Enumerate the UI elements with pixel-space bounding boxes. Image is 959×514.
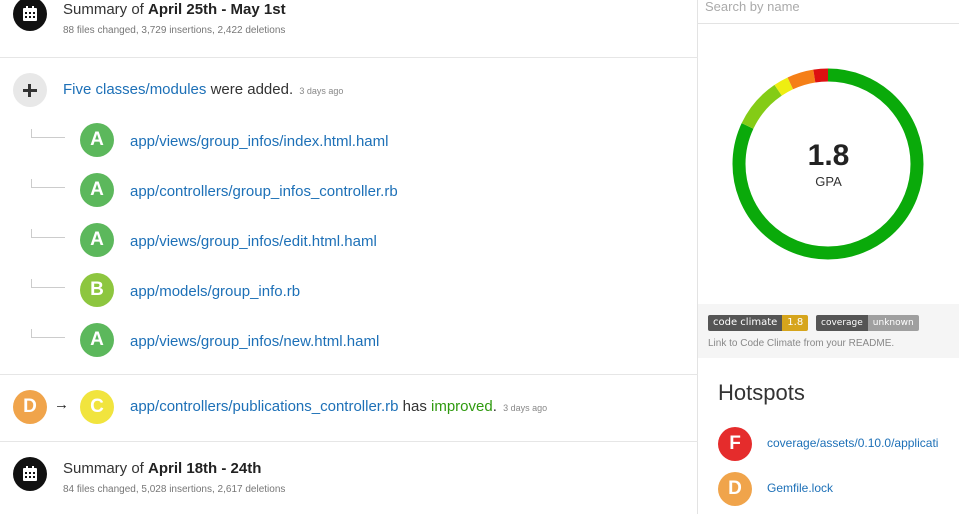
grade-badge-from: D [13,390,47,424]
tree-connector [31,329,65,338]
arrow-right-icon: → [54,396,69,413]
grade-badge-to: C [80,390,114,424]
file-link[interactable]: app/views/group_infos/edit.html.haml [130,233,377,250]
tree-connector [31,129,65,138]
classes-added-link[interactable]: Five classes/modules [63,81,206,98]
plus-icon [13,73,47,107]
calendar-icon [13,0,47,31]
event-timestamp: 3 days ago [299,86,344,96]
search-bar [698,0,959,24]
sidebar: 1.8 GPA code climate 1.8 coverage unknow… [698,0,959,514]
event-timestamp: 3 days ago [503,403,548,413]
grade-badge: A [80,123,114,157]
code-climate-badge[interactable]: code climate 1.8 [708,315,809,331]
file-row: A app/controllers/group_infos_controller… [0,173,698,209]
summary-range: April 25th - May 1st [148,1,286,18]
activity-feed: Summary of April 25th - May 1st 88 files… [0,0,698,514]
grade-badge: A [80,173,114,207]
badges-panel: code climate 1.8 coverage unknown Link t… [698,304,959,358]
summary-title: Summary of April 18th - 24th [63,460,261,477]
coverage-badge[interactable]: coverage unknown [816,315,919,331]
grade-badge: A [80,223,114,257]
grade-badge: F [718,427,752,461]
grade-badge: A [80,323,114,357]
event-improved-line: app/controllers/publications_controller.… [130,398,547,415]
event-period: . [492,398,497,415]
tree-connector [31,229,65,238]
calendar-icon [13,457,47,491]
file-link[interactable]: app/controllers/publications_controller.… [130,398,398,415]
divider [0,57,698,58]
summary-range: April 18th - 24th [148,460,262,477]
tree-connector [31,279,65,288]
summary-prefix: Summary of [63,1,144,18]
gpa-label: GPA [815,174,842,189]
hotspot-link[interactable]: Gemfile.lock [767,481,939,495]
hotspot-item: D Gemfile.lock [698,472,959,508]
divider [0,374,698,375]
grade-badge: D [718,472,752,506]
summary-prefix: Summary of [63,460,144,477]
badge-label: code climate [708,315,783,331]
file-row: A app/views/group_infos/index.html.haml [0,123,698,159]
file-link[interactable]: app/views/group_infos/new.html.haml [130,333,379,350]
hotspot-item: F coverage/assets/0.10.0/application.js [698,427,959,463]
file-link[interactable]: app/views/group_infos/index.html.haml [130,133,388,150]
event-verb: were [210,81,244,98]
file-row: B app/models/group_info.rb [0,273,698,309]
file-row: A app/views/group_infos/new.html.haml [0,323,698,359]
event-added-line: Five classes/modules were added. 3 days … [63,81,343,98]
summary-meta: 88 files changed, 3,729 insertions, 2,42… [63,25,286,36]
hotspots-title: Hotspots [718,380,805,405]
event-verb: has [402,398,427,415]
hotspot-link[interactable]: coverage/assets/0.10.0/application.js [767,436,939,450]
file-row: A app/views/group_infos/edit.html.haml [0,223,698,259]
badge-value: unknown [867,315,919,331]
grade-badge: B [80,273,114,307]
search-input[interactable] [698,0,948,16]
divider [0,441,698,442]
event-action: improved [431,398,493,415]
event-action: added [247,81,289,98]
event-period: . [288,81,294,98]
readme-hint: Link to Code Climate from your README. [708,338,895,349]
summary-title: Summary of April 25th - May 1st [63,1,286,18]
gpa-value: 1.8 [807,139,850,172]
summary-meta: 84 files changed, 5,028 insertions, 2,61… [63,484,286,495]
file-link[interactable]: app/controllers/group_infos_controller.r… [130,183,398,200]
badge-value: 1.8 [782,315,809,331]
badge-label: coverage [816,315,868,331]
file-link[interactable]: app/models/group_info.rb [130,283,300,300]
tree-connector [31,179,65,188]
